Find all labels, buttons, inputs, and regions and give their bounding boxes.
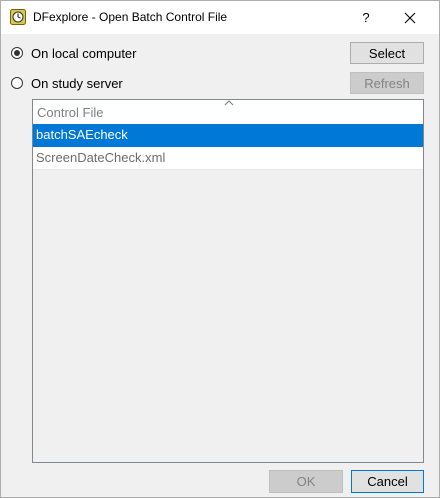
study-server-option[interactable]: On study server [11,74,123,92]
list-item[interactable]: batchSAEcheck [33,124,423,147]
title-bar: DFexplore - Open Batch Control File ? [1,1,439,34]
cancel-button[interactable]: Cancel [351,470,424,493]
close-icon [404,12,416,23]
sort-ascending-icon [224,100,234,106]
ok-button[interactable]: OK [269,470,343,493]
study-server-label: On study server [31,75,123,91]
list-item[interactable]: ScreenDateCheck.xml [33,147,423,170]
window-title: DFexplore - Open Batch Control File [33,10,228,24]
local-computer-radio[interactable] [11,47,23,59]
refresh-button[interactable]: Refresh [350,72,424,94]
local-computer-label: On local computer [31,45,137,61]
open-batch-control-file-dialog: DFexplore - Open Batch Control File ? On… [0,0,440,498]
control-file-header-label: Control File [37,105,104,120]
close-button[interactable] [393,1,427,34]
select-button[interactable]: Select [350,42,424,64]
control-file-column-header[interactable]: Control File [33,100,423,125]
local-computer-option[interactable]: On local computer [11,44,137,62]
control-file-list[interactable]: Control File batchSAEcheck ScreenDateChe… [32,99,424,463]
study-server-radio[interactable] [11,77,23,89]
dfexplore-app-icon [10,9,26,25]
help-button[interactable]: ? [351,1,381,34]
